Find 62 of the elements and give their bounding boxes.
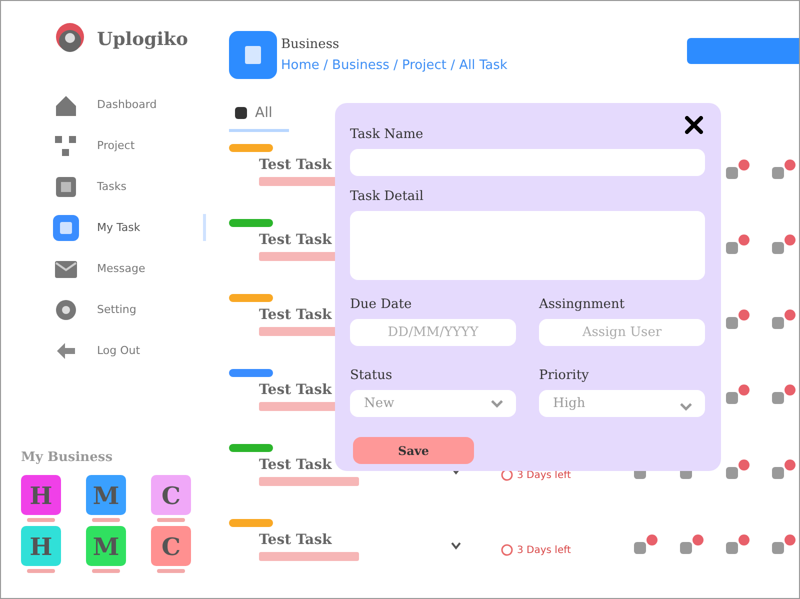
badge-icon[interactable] bbox=[725, 159, 751, 181]
field-label: Task Detail bbox=[350, 189, 424, 205]
badge-icon[interactable] bbox=[771, 534, 797, 556]
caption-line bbox=[92, 569, 120, 573]
badge-icon[interactable] bbox=[771, 234, 797, 256]
caption-line bbox=[27, 518, 55, 522]
app-name: Uplogiko bbox=[97, 28, 188, 50]
badge-icon[interactable] bbox=[725, 459, 751, 481]
dropdown-value: New bbox=[364, 396, 394, 411]
business-tile[interactable]: C bbox=[151, 475, 191, 515]
tab[interactable]: All bbox=[229, 105, 289, 132]
business-tile[interactable]: H bbox=[21, 526, 61, 566]
badge-icon[interactable] bbox=[725, 534, 751, 556]
input-field[interactable]: DD/MM/YYYY bbox=[350, 319, 516, 346]
sidebar-item[interactable]: Log Out bbox=[53, 337, 206, 364]
dropdown-value: High bbox=[553, 396, 586, 411]
badge-icon[interactable] bbox=[725, 234, 751, 256]
section-title: My Business bbox=[21, 450, 114, 465]
badge-icon[interactable] bbox=[771, 459, 797, 481]
field-label: Due Date bbox=[350, 297, 413, 313]
badge-icon[interactable] bbox=[633, 534, 659, 556]
caption-line bbox=[157, 518, 185, 522]
business-tile[interactable]: M bbox=[86, 526, 126, 566]
caret-icon[interactable] bbox=[451, 542, 461, 550]
field-label: Status bbox=[350, 368, 394, 384]
task-title[interactable]: Test Task bbox=[259, 532, 409, 548]
input-field[interactable]: Assign User bbox=[539, 319, 705, 346]
sidebar-item[interactable]: My Task bbox=[53, 214, 206, 241]
badge-icon[interactable] bbox=[771, 159, 797, 181]
due-text: 3 Days left bbox=[517, 544, 571, 556]
sidebar-item[interactable]: Dashboard bbox=[53, 91, 206, 118]
badge-icon[interactable] bbox=[771, 309, 797, 331]
sidebar-item[interactable]: Message bbox=[53, 255, 206, 282]
save-button[interactable]: Save bbox=[353, 437, 474, 464]
square-icon bbox=[235, 107, 247, 119]
chevron-icon bbox=[679, 402, 693, 411]
page-title: Business bbox=[281, 37, 340, 52]
sidebar-item[interactable]: Tasks bbox=[53, 173, 206, 200]
input-field[interactable] bbox=[350, 149, 705, 176]
caption-line bbox=[27, 569, 55, 573]
badge-icon[interactable] bbox=[725, 309, 751, 331]
business-tile[interactable]: C bbox=[151, 526, 191, 566]
field-label: Priority bbox=[539, 368, 590, 384]
document-icon bbox=[229, 31, 277, 79]
clock-icon bbox=[501, 469, 513, 481]
badge-icon[interactable] bbox=[771, 384, 797, 406]
badge-icon[interactable] bbox=[679, 534, 705, 556]
sidebar-item[interactable]: Setting bbox=[53, 296, 206, 323]
square-icon bbox=[53, 214, 79, 240]
chevron-icon bbox=[490, 399, 504, 408]
sidebar-item[interactable]: Project bbox=[53, 132, 206, 159]
dropdown[interactable]: High bbox=[539, 390, 705, 417]
business-tile[interactable]: M bbox=[86, 475, 126, 515]
breadcrumb[interactable]: Home / Business / Project / All Task bbox=[281, 58, 508, 73]
caption-line bbox=[157, 569, 185, 573]
field-label: Task Name bbox=[350, 127, 424, 143]
dropdown[interactable]: New bbox=[350, 390, 516, 417]
badge-icon[interactable] bbox=[725, 384, 751, 406]
business-tile[interactable]: H bbox=[21, 475, 61, 515]
clock-icon bbox=[501, 544, 513, 556]
field-label: Assingnment bbox=[539, 297, 626, 313]
caption-line bbox=[92, 518, 120, 522]
